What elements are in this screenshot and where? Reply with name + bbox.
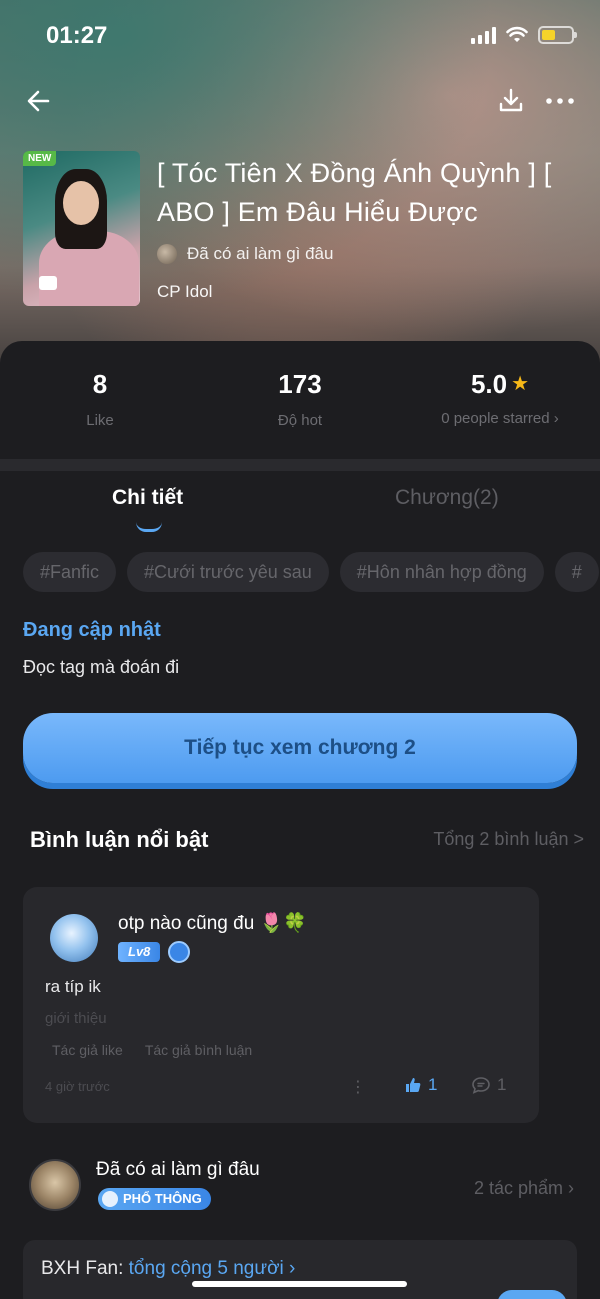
comment-icon xyxy=(472,1077,490,1094)
comment-badges: Lv8 xyxy=(118,941,191,963)
author-works-link[interactable]: 2 tác phẩm › xyxy=(474,1178,574,1199)
avatar[interactable] xyxy=(29,1159,81,1211)
story-title: [ Tóc Tiên X Đồng Ánh Quỳnh ] [ ABO ] Em… xyxy=(157,158,552,227)
continue-reading-label: Tiếp tục xem chương 2 xyxy=(184,736,416,759)
divider xyxy=(0,459,600,471)
like-button[interactable]: 1 xyxy=(404,1075,437,1095)
tab-bar: Chi tiết Chương(2) xyxy=(0,486,600,536)
level-badge: Lv8 xyxy=(118,942,161,962)
tag-chip[interactable]: #Fanfic xyxy=(23,552,117,592)
author-avatar-small xyxy=(157,244,177,264)
stat-rating[interactable]: 5.0 ★ 0 people starred › xyxy=(420,369,580,427)
home-indicator[interactable] xyxy=(192,1281,407,1287)
stats-row: 8 Like 173 Độ hot 5.0 ★ 0 people starred … xyxy=(0,341,600,459)
story-author-row[interactable]: Đã có ai làm gì đâu xyxy=(157,244,333,264)
story-category[interactable]: CP Idol xyxy=(157,282,212,302)
comment-card[interactable]: otp nào cũng đu 🌷🍀 Lv8 ra típ ik giới th… xyxy=(23,887,539,1123)
comments-title: Bình luận nổi bật xyxy=(30,827,209,852)
tag-list: #Fanfic #Cưới trước yêu sau #Hôn nhân hợp … xyxy=(23,552,600,594)
wifi-icon xyxy=(506,26,528,42)
top-nav xyxy=(0,82,600,122)
avatar[interactable] xyxy=(50,914,98,962)
rating-people-link: 0 people starred › xyxy=(441,410,559,427)
new-badge: NEW xyxy=(23,151,57,166)
comments-count-link[interactable]: Tổng 2 bình luận > xyxy=(433,829,584,850)
more-vertical-icon[interactable]: ⋮ xyxy=(350,1077,366,1097)
comment-username[interactable]: otp nào cũng đu 🌷🍀 xyxy=(118,911,307,935)
status-bar: 01:27 xyxy=(0,0,600,70)
more-horizontal-icon[interactable] xyxy=(544,86,576,116)
fan-total-link[interactable]: tổng cộng 5 người › xyxy=(129,1258,296,1279)
update-status: Đang cập nhật xyxy=(23,619,161,641)
status-icons xyxy=(471,26,577,44)
fan-ranking-card[interactable]: BXH Fan: tổng cộng 5 người › xyxy=(23,1240,577,1299)
thumbs-up-icon xyxy=(406,1078,421,1092)
fan-action-button[interactable] xyxy=(497,1290,567,1299)
tag-chip[interactable]: #Cưới trước yêu sau xyxy=(127,552,329,592)
story-cover[interactable]: NEW xyxy=(23,151,140,306)
comment-time: 4 giờ trước xyxy=(45,1079,110,1094)
arrow-left-icon[interactable] xyxy=(24,86,54,116)
badge-icon xyxy=(102,1191,118,1207)
author-replied-tag: Tác giả bình luận xyxy=(144,1042,253,1058)
shield-icon xyxy=(168,941,191,963)
comment-text: ra típ ik xyxy=(45,977,101,996)
member-badge: PHỔ THÔNG xyxy=(98,1188,211,1210)
comment-meta: Tác giả like Tác giả bình luận xyxy=(52,1042,274,1058)
stat-hot: 173 Độ hot xyxy=(277,369,323,429)
signal-icon xyxy=(471,26,496,44)
fan-ranking-label: BXH Fan: tổng cộng 5 người › xyxy=(41,1258,296,1279)
tab-chapters[interactable]: Chương(2) xyxy=(395,486,499,510)
rating-value: 5.0 xyxy=(470,369,508,399)
author-block[interactable]: Đã có ai làm gì đâu PHỔ THÔNG 2 tác phẩm… xyxy=(0,1151,600,1221)
tag-chip[interactable]: #Hôn nhân hợp đồng xyxy=(339,552,544,592)
tag-chip[interactable]: # xyxy=(554,552,599,592)
story-author-name: Đã có ai làm gì đâu xyxy=(187,244,334,263)
content-sheet: 8 Like 173 Độ hot 5.0 ★ 0 people starred … xyxy=(0,341,600,1299)
continue-reading-button[interactable]: Tiếp tục xem chương 2 xyxy=(23,713,577,783)
author-name[interactable]: Đã có ai làm gì đâu xyxy=(96,1159,260,1181)
tab-details[interactable]: Chi tiết xyxy=(112,486,183,510)
status-time: 01:27 xyxy=(46,22,108,49)
star-icon: ★ xyxy=(511,373,530,395)
comment-intro: giới thiệu xyxy=(45,1010,107,1027)
tab-indicator xyxy=(136,522,162,532)
story-description: Đọc tag mà đoán đi xyxy=(23,657,180,677)
download-icon[interactable] xyxy=(496,86,526,116)
reply-count: 1 xyxy=(497,1075,507,1094)
chat-icon xyxy=(39,276,57,290)
reply-button[interactable]: 1 xyxy=(471,1075,506,1095)
like-count: 1 xyxy=(428,1075,438,1094)
battery-icon xyxy=(538,26,577,44)
stat-likes: 8 Like xyxy=(86,369,114,429)
author-liked-tag: Tác giả like xyxy=(52,1042,123,1058)
